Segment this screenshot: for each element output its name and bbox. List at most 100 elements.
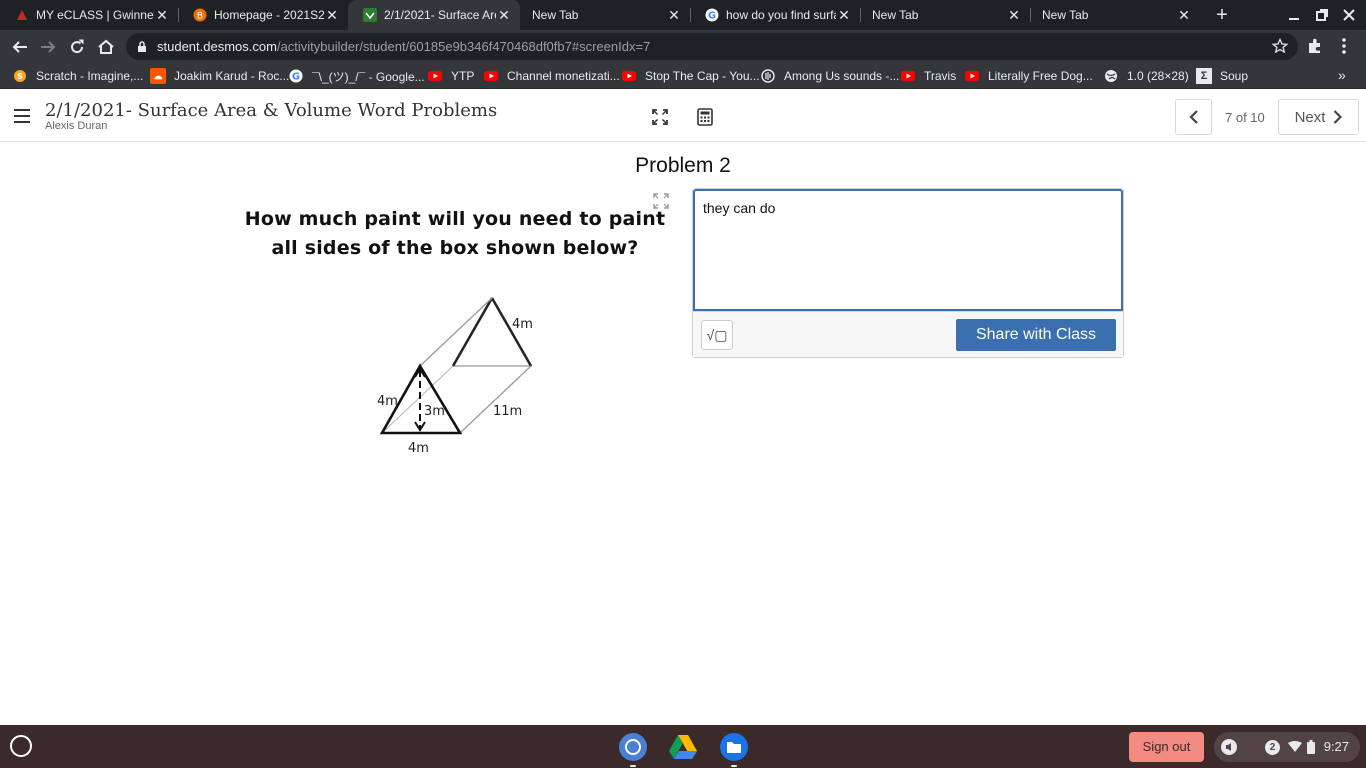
tab-new-3[interactable]: New Tab ✕ <box>1030 0 1200 30</box>
bookmark-channel-monetization[interactable]: Channel monetizati... <box>483 67 620 85</box>
bookmark-free-dog[interactable]: Literally Free Dog... <box>964 67 1093 85</box>
tab-homepage[interactable]: B Homepage - 2021S2 Is ✕ <box>178 0 348 30</box>
svg-text:S: S <box>17 72 23 81</box>
triangular-prism-figure: 4m 4m 3m 11m 4m <box>377 296 533 456</box>
wifi-icon <box>1288 741 1302 752</box>
bookmark-shrug[interactable]: G ¯\_(ツ)_/¯ - Google... <box>288 67 425 85</box>
scratch-icon: S <box>12 68 28 84</box>
address-bar[interactable]: student.desmos.com/activitybuilder/stude… <box>126 33 1298 60</box>
youtube-icon <box>621 68 637 84</box>
files-app-icon[interactable] <box>718 731 750 763</box>
google-icon: G <box>704 7 720 23</box>
close-icon[interactable]: ✕ <box>666 7 682 23</box>
tab-new-2[interactable]: New Tab ✕ <box>860 0 1030 30</box>
tab-title: 2/1/2021- Surface Area <box>384 8 496 22</box>
arrow-left-icon <box>12 41 27 53</box>
reload-icon <box>71 39 84 54</box>
home-button[interactable] <box>94 35 118 59</box>
close-icon[interactable]: ✕ <box>496 7 512 23</box>
close-icon[interactable]: ✕ <box>836 7 852 23</box>
previous-screen-button[interactable] <box>1175 99 1212 135</box>
extensions-icon[interactable] <box>1306 37 1324 55</box>
forward-button[interactable] <box>36 35 60 59</box>
more-vert-icon[interactable] <box>1334 36 1354 56</box>
tab-title: New Tab <box>872 8 919 22</box>
svg-text:G: G <box>708 11 716 22</box>
next-screen-button[interactable]: Next <box>1278 99 1359 135</box>
svg-text:B: B <box>197 12 203 22</box>
url-text: student.desmos.com/activitybuilder/stude… <box>157 39 650 54</box>
bookmark-stop-the-cap[interactable]: Stop The Cap - You... <box>621 67 760 85</box>
left-side-label: 4m <box>377 394 398 409</box>
chevron-right-icon <box>1334 110 1343 124</box>
back-button[interactable] <box>8 35 32 59</box>
chrome-app-icon[interactable] <box>617 731 649 763</box>
battery-icon <box>1307 740 1315 754</box>
tab-strip: MY eCLASS | Gwinnett ✕ B Homepage - 2021… <box>0 0 1366 30</box>
bookmark-star-icon[interactable] <box>1272 38 1288 54</box>
tab-new-1[interactable]: New Tab ✕ <box>520 0 690 30</box>
response-input[interactable]: they can do <box>693 189 1123 311</box>
close-icon[interactable]: ✕ <box>1176 7 1192 23</box>
close-icon[interactable]: ✕ <box>154 7 170 23</box>
svg-text:G: G <box>292 72 300 83</box>
bookmark-scratch[interactable]: S Scratch - Imagine,... <box>12 67 143 85</box>
fullscreen-icon[interactable] <box>651 108 669 126</box>
clock: 9:27 <box>1323 739 1349 754</box>
accessibility-icon <box>1221 739 1237 755</box>
chevron-left-icon <box>1188 110 1198 124</box>
bookmark-label: YTP <box>451 69 475 83</box>
lateral-edge <box>419 297 493 367</box>
bookmark-label: Stop The Cap - You... <box>645 69 760 83</box>
share-with-class-button[interactable]: Share with Class <box>956 319 1116 351</box>
sign-out-button[interactable]: Sign out <box>1129 732 1204 762</box>
bookmark-joakim[interactable]: ☁ Joakim Karud - Roc... <box>150 67 289 85</box>
next-label: Next <box>1294 108 1326 126</box>
screen-title: Problem 2 <box>635 154 731 177</box>
bookmark-travis[interactable]: Travis <box>900 67 956 85</box>
sigma-icon: Σ <box>1196 68 1212 84</box>
google-drive-icon[interactable] <box>667 731 699 763</box>
school-icon: B <box>192 7 208 23</box>
status-tray[interactable]: 2 9:27 <box>1214 732 1360 762</box>
back-face-edge <box>451 297 494 367</box>
reload-button[interactable] <box>65 35 89 59</box>
url-path: /activitybuilder/student/60185e9b346f470… <box>276 39 651 54</box>
math-input-button[interactable]: √▢ <box>701 320 733 350</box>
bookmark-28x28[interactable]: 1.0 (28×28) <box>1103 67 1189 85</box>
height-label: 3m <box>424 404 445 419</box>
bookmark-label: Channel monetizati... <box>507 69 620 83</box>
browser-toolbar: student.desmos.com/activitybuilder/stude… <box>0 30 1366 63</box>
close-icon[interactable]: ✕ <box>324 7 340 23</box>
bookmark-label: Among Us sounds -... <box>784 69 900 83</box>
question-prompt: How much paint will you need to paint al… <box>240 205 670 263</box>
bookmarks-overflow-button[interactable]: » <box>1338 67 1346 83</box>
hamburger-menu-icon[interactable] <box>14 109 30 123</box>
top-side-label: 4m <box>512 317 533 332</box>
globe-icon <box>1103 68 1119 84</box>
base-label: 4m <box>408 441 429 456</box>
youtube-icon <box>483 68 499 84</box>
sound-site-icon <box>760 68 776 84</box>
restore-icon[interactable] <box>1312 5 1332 25</box>
tab-eclass[interactable]: MY eCLASS | Gwinnett ✕ <box>0 0 178 30</box>
bookmark-ytp[interactable]: YTP <box>427 67 474 85</box>
new-tab-button[interactable]: + <box>1210 3 1234 27</box>
tab-desmos-active[interactable]: 2/1/2021- Surface Area ✕ <box>348 0 520 30</box>
bookmark-among-us[interactable]: Among Us sounds -... <box>760 67 899 85</box>
eclass-icon <box>14 7 30 23</box>
calculator-icon[interactable] <box>697 108 713 126</box>
bookmark-label: Literally Free Dog... <box>988 69 1093 83</box>
screen-counter: 7 of 10 <box>1225 110 1265 125</box>
bookmark-label: Soup <box>1220 69 1249 83</box>
tab-title: New Tab <box>1042 8 1089 22</box>
close-window-icon[interactable] <box>1339 5 1359 25</box>
tab-google-search[interactable]: G how do you find surfac ✕ <box>690 0 860 30</box>
launcher-icon[interactable] <box>10 735 32 757</box>
minimize-icon[interactable] <box>1284 5 1304 25</box>
bookmark-label: 1.0 (28×28) <box>1127 69 1189 83</box>
back-face-edge <box>490 297 533 367</box>
bookmark-soup[interactable]: Σ Soup <box>1196 67 1248 85</box>
activity-header: 2/1/2021- Surface Area & Volume Word Pro… <box>0 90 1366 142</box>
close-icon[interactable]: ✕ <box>1006 7 1022 23</box>
